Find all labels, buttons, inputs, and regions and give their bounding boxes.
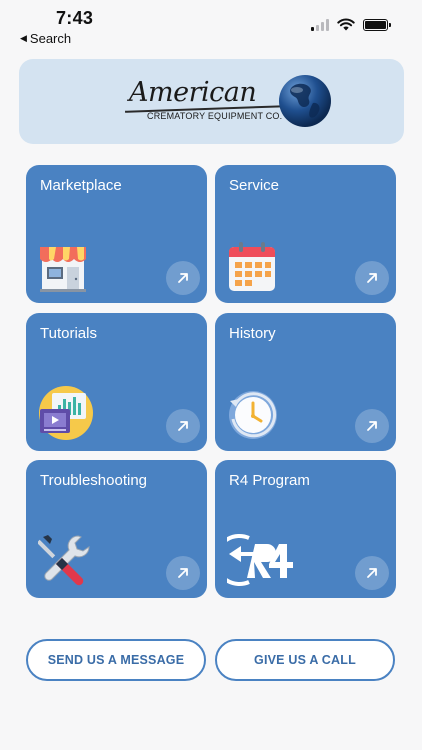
- open-arrow-button[interactable]: [166, 556, 200, 590]
- send-message-button[interactable]: SEND US A MESSAGE: [26, 639, 206, 681]
- arrow-up-right-icon: [367, 421, 377, 431]
- card-history[interactable]: History: [215, 313, 396, 451]
- call-button[interactable]: GIVE US A CALL: [215, 639, 395, 681]
- status-bar: 7:43 ◀ Search: [0, 0, 422, 50]
- storefront-icon: [40, 247, 86, 292]
- card-service[interactable]: Service: [215, 165, 396, 303]
- card-title: Tutorials: [40, 325, 97, 342]
- system-icons: [311, 18, 391, 31]
- cellular-signal-icon: [311, 18, 329, 31]
- back-triangle-icon: ◀: [20, 33, 27, 43]
- open-arrow-button[interactable]: [355, 556, 389, 590]
- logo-subtitle: CREMATORY EQUIPMENT CO.: [147, 111, 283, 121]
- card-tutorials[interactable]: Tutorials: [26, 313, 207, 451]
- open-arrow-button[interactable]: [355, 409, 389, 443]
- status-time: 7:43: [56, 8, 94, 28]
- card-title: R4 Program: [229, 472, 310, 489]
- open-arrow-button[interactable]: [166, 261, 200, 295]
- card-title: Troubleshooting: [40, 472, 148, 489]
- video-tutorial-icon: [39, 386, 93, 440]
- company-logo-banner: American CREMATORY EQUIPMENT CO.: [19, 59, 404, 144]
- arrow-up-right-icon: [367, 568, 377, 578]
- arrow-up-right-icon: [367, 273, 377, 283]
- card-troubleshooting[interactable]: Troubleshooting: [26, 460, 207, 598]
- back-to-search-link[interactable]: ◀ Search: [20, 31, 71, 46]
- logo-wordmark: American: [129, 77, 257, 108]
- card-title: Marketplace: [40, 177, 122, 194]
- tools-icon: [38, 535, 90, 586]
- arrow-up-right-icon: [178, 421, 188, 431]
- wifi-icon: [337, 18, 355, 31]
- open-arrow-button[interactable]: [166, 409, 200, 443]
- back-label: Search: [29, 31, 72, 46]
- arrow-up-right-icon: [178, 568, 188, 578]
- card-title: History: [229, 325, 276, 342]
- card-r4-program[interactable]: R4 Program: [215, 460, 396, 598]
- globe-icon: [279, 75, 331, 127]
- battery-icon: [363, 18, 391, 31]
- clock-history-icon: [229, 391, 277, 439]
- calendar-icon: [229, 242, 275, 291]
- card-marketplace[interactable]: Marketplace: [26, 165, 207, 303]
- arrow-up-right-icon: [178, 273, 188, 283]
- r4-logo-icon: [227, 534, 293, 586]
- open-arrow-button[interactable]: [355, 261, 389, 295]
- card-title: Service: [229, 177, 280, 194]
